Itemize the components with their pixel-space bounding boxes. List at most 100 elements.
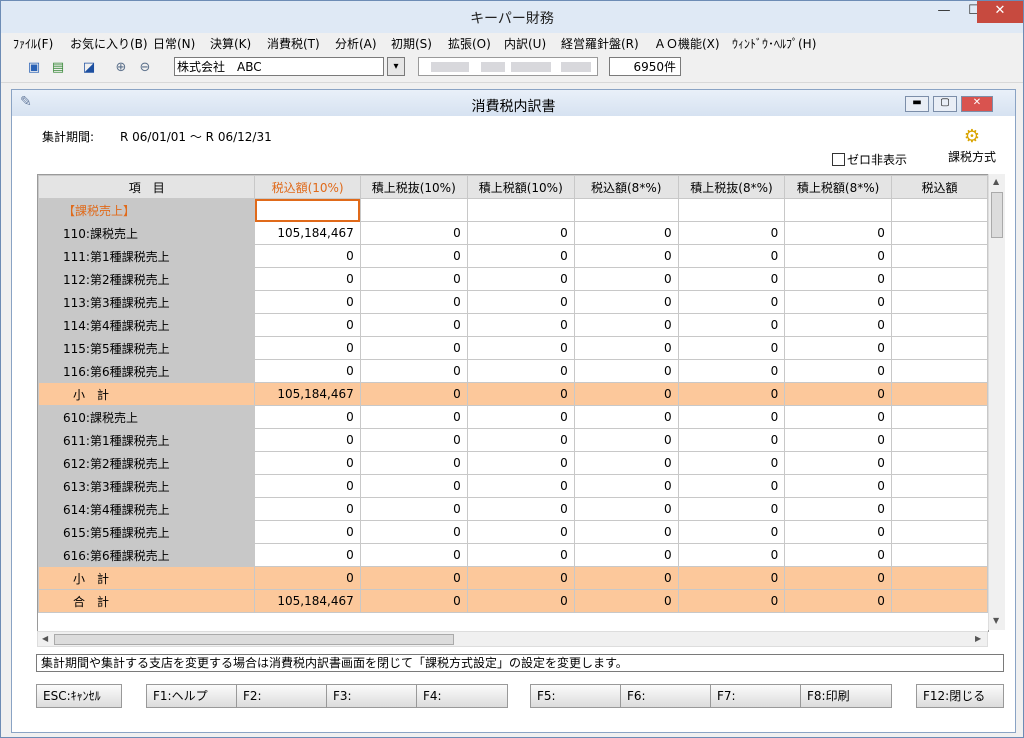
menu-ao[interactable]: ＡＯ機能(X) <box>654 35 720 52</box>
cell-value[interactable] <box>890 589 988 613</box>
cell-value[interactable]: 0 <box>784 359 892 383</box>
cell-value[interactable]: 0 <box>784 405 892 429</box>
cell-value[interactable]: 0 <box>573 520 679 544</box>
cell-value[interactable]: 0 <box>466 520 575 544</box>
zoom-in-icon[interactable]: ⊕ <box>112 59 130 77</box>
cell-value[interactable] <box>359 198 468 222</box>
cell-value[interactable]: 0 <box>359 244 468 268</box>
cell-value[interactable] <box>890 290 988 314</box>
cell-value[interactable] <box>890 313 988 337</box>
cell-value[interactable]: 0 <box>254 543 361 567</box>
cell-value[interactable]: 0 <box>784 497 892 521</box>
menu-initial[interactable]: 初期(S) <box>391 35 432 52</box>
cell-value[interactable]: 0 <box>254 405 361 429</box>
cell-value[interactable]: 0 <box>784 221 892 245</box>
cell-value[interactable]: 0 <box>359 589 468 613</box>
cell-value[interactable]: 0 <box>677 382 786 406</box>
fkey-f4[interactable]: F4: <box>416 684 508 708</box>
vertical-scrollbar[interactable]: ▲ ▼ <box>988 174 1005 630</box>
cell-value[interactable]: 0 <box>254 244 361 268</box>
cell-value[interactable]: 0 <box>677 290 786 314</box>
header-col[interactable]: 積上税額(10%) <box>466 175 575 199</box>
cell-value[interactable]: 0 <box>573 244 679 268</box>
cell-value[interactable]: 105,184,467 <box>254 589 361 613</box>
cell-value[interactable]: 0 <box>359 520 468 544</box>
cell-value[interactable]: 0 <box>784 267 892 291</box>
cell-value[interactable]: 0 <box>359 290 468 314</box>
cell-value[interactable]: 105,184,467 <box>254 382 361 406</box>
cell-value[interactable]: 0 <box>677 589 786 613</box>
cell-value[interactable]: 0 <box>254 566 361 590</box>
cell-value[interactable]: 0 <box>359 359 468 383</box>
cell-value[interactable]: 0 <box>466 589 575 613</box>
header-col[interactable]: 積上税額(8*%) <box>784 175 892 199</box>
cell-value[interactable] <box>466 198 575 222</box>
menu-compass[interactable]: 経営羅針盤(R) <box>561 35 639 52</box>
cell-value[interactable]: 0 <box>254 474 361 498</box>
horizontal-scrollbar[interactable]: ◀ ▶ <box>37 631 988 647</box>
cell-value[interactable]: 0 <box>677 221 786 245</box>
cell-value[interactable]: 0 <box>677 520 786 544</box>
fkey-esc-cancel[interactable]: ESC:ｷｬﾝｾﾙ <box>36 684 122 708</box>
close-button[interactable]: ✕ <box>977 1 1023 23</box>
cell-value[interactable]: 0 <box>359 405 468 429</box>
cell-value[interactable]: 0 <box>677 474 786 498</box>
child-close-button[interactable]: ✕ <box>961 96 993 112</box>
cell-value[interactable]: 0 <box>254 497 361 521</box>
cell-value[interactable]: 0 <box>573 474 679 498</box>
menu-closing[interactable]: 決算(K) <box>210 35 251 52</box>
fkey-f8-print[interactable]: F8:印刷 <box>800 684 892 708</box>
scroll-right-icon[interactable]: ▶ <box>975 634 981 643</box>
cell-value[interactable] <box>890 428 988 452</box>
cell-value[interactable]: 0 <box>254 336 361 360</box>
fkey-f12-close[interactable]: F12:閉じる <box>916 684 1004 708</box>
company-select[interactable]: 株式会社 ABC <box>174 57 384 76</box>
cell-value[interactable]: 0 <box>466 405 575 429</box>
cell-value[interactable]: 0 <box>573 221 679 245</box>
cell-value[interactable]: 0 <box>573 359 679 383</box>
menu-window-help[interactable]: ｳｨﾝﾄﾞｳ･ﾍﾙﾌﾟ(H) <box>732 35 816 52</box>
header-col[interactable]: 積上税抜(10%) <box>359 175 468 199</box>
cell-value[interactable]: 0 <box>466 359 575 383</box>
cell-value[interactable] <box>890 497 988 521</box>
cell-value[interactable]: 0 <box>359 221 468 245</box>
cell-value[interactable]: 0 <box>254 313 361 337</box>
cell-value[interactable] <box>573 198 679 222</box>
cell-value[interactable]: 0 <box>466 428 575 452</box>
cell-value[interactable]: 0 <box>677 405 786 429</box>
cell-value[interactable]: 0 <box>359 451 468 475</box>
cell-value[interactable]: 0 <box>784 428 892 452</box>
checkbox-box[interactable] <box>832 153 845 166</box>
cell-value[interactable] <box>890 520 988 544</box>
cell-value[interactable]: 0 <box>784 451 892 475</box>
cell-value[interactable]: 0 <box>466 244 575 268</box>
cell-value[interactable]: 0 <box>784 474 892 498</box>
cell-value[interactable] <box>890 451 988 475</box>
cell-value[interactable]: 0 <box>677 244 786 268</box>
cell-value[interactable]: 0 <box>466 221 575 245</box>
chevron-down-icon[interactable]: ▾ <box>387 57 405 76</box>
cell-value[interactable]: 0 <box>359 382 468 406</box>
cell-value[interactable]: 0 <box>466 267 575 291</box>
cell-value[interactable]: 0 <box>254 359 361 383</box>
cell-value[interactable]: 0 <box>254 451 361 475</box>
vertical-scroll-thumb[interactable] <box>991 192 1003 238</box>
cell-value[interactable]: 0 <box>784 382 892 406</box>
scroll-left-icon[interactable]: ◀ <box>42 634 48 643</box>
menu-breakdown[interactable]: 内訳(U) <box>504 35 546 52</box>
cell-value[interactable]: 0 <box>466 313 575 337</box>
fkey-f5[interactable]: F5: <box>530 684 622 708</box>
cell-value[interactable]: 0 <box>466 382 575 406</box>
cell-value[interactable]: 0 <box>784 336 892 360</box>
cell-value[interactable]: 0 <box>359 313 468 337</box>
fkey-f6[interactable]: F6: <box>620 684 712 708</box>
cell-value[interactable]: 0 <box>359 497 468 521</box>
cell-value[interactable]: 0 <box>784 313 892 337</box>
cell-value[interactable]: 0 <box>677 359 786 383</box>
menu-analysis[interactable]: 分析(A) <box>335 35 377 52</box>
save-icon[interactable]: ▣ <box>25 59 43 77</box>
header-col[interactable]: 税込額(10%) <box>254 175 361 199</box>
zoom-out-icon[interactable]: ⊖ <box>136 59 154 77</box>
cell-value[interactable]: 0 <box>573 313 679 337</box>
cell-value[interactable] <box>890 359 988 383</box>
